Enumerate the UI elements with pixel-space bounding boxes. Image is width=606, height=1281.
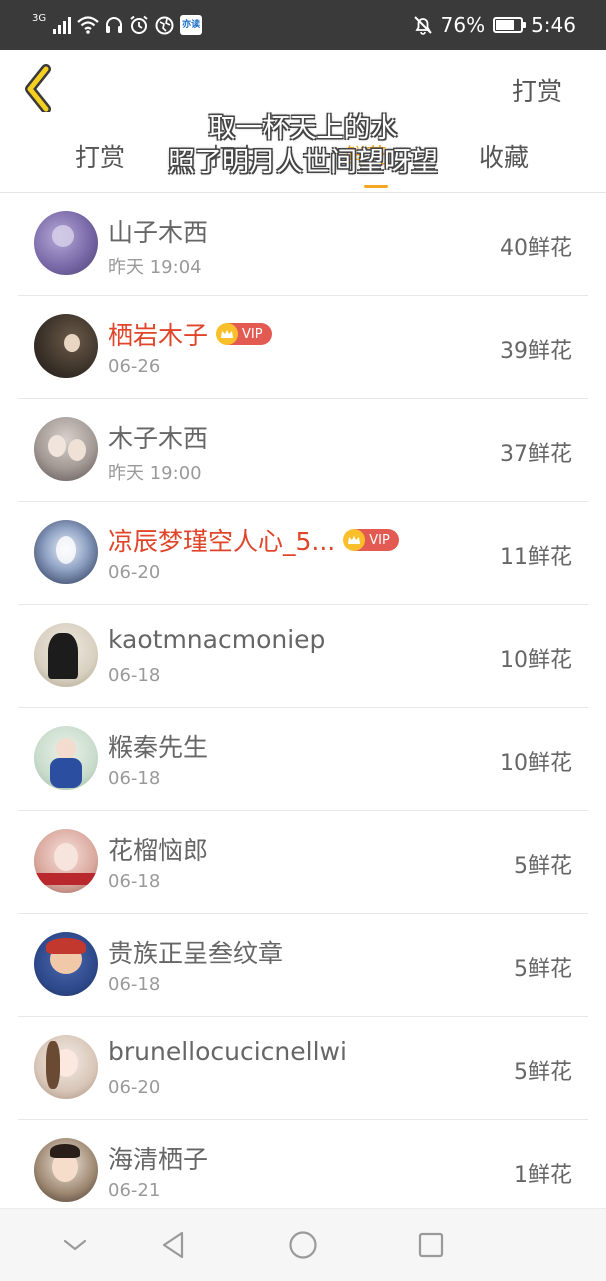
status-bar-left: 3G 亦读 <box>32 10 203 40</box>
tab-reward[interactable]: 打赏 <box>75 138 125 174</box>
list-item[interactable]: brunellocucicnellwi 06-20 5鲜花 <box>0 1017 606 1120</box>
avatar <box>34 520 98 584</box>
flower-count: 5鲜花 <box>514 854 572 879</box>
back-triangle-icon <box>162 1231 184 1259</box>
network-type: 3G <box>32 12 47 24</box>
flower-count: 40鲜花 <box>500 236 572 261</box>
date-text: 06-20 <box>108 1077 161 1098</box>
header: 打赏 打赏 打卡 鲜花 收藏 <box>0 50 606 192</box>
active-tab-indicator <box>364 185 388 188</box>
crown-icon <box>216 323 239 345</box>
flower-count: 11鲜花 <box>500 545 572 570</box>
tab-checkin[interactable]: 打卡 <box>210 138 260 174</box>
recents-square-icon <box>418 1232 444 1258</box>
headphones-icon <box>105 16 123 34</box>
collapse-button[interactable] <box>55 1227 95 1263</box>
avatar <box>34 211 98 275</box>
avatar <box>34 623 98 687</box>
user-name: 山子木西 <box>108 218 209 247</box>
list-item[interactable]: 糇秦先生 06-18 10鲜花 <box>0 708 606 811</box>
flower-count: 37鲜花 <box>500 442 572 467</box>
tab-favorites[interactable]: 收藏 <box>479 138 529 174</box>
vip-badge: VIP <box>343 529 399 551</box>
list-item[interactable]: 花榴恼郎 06-18 5鲜花 <box>0 811 606 914</box>
date-text: 06-18 <box>108 768 161 789</box>
flower-count: 5鲜花 <box>514 957 572 982</box>
signal-icon <box>53 16 72 34</box>
home-nav-button[interactable] <box>283 1227 323 1263</box>
date-text: 06-18 <box>108 974 161 995</box>
flower-count: 10鲜花 <box>500 648 572 673</box>
reward-action-button[interactable]: 打赏 <box>512 72 562 108</box>
recents-nav-button[interactable] <box>411 1227 451 1263</box>
date-text: 06-18 <box>108 665 161 686</box>
battery-icon <box>493 17 527 33</box>
avatar <box>34 829 98 893</box>
clock: 5:46 <box>531 13 576 37</box>
home-circle-icon <box>289 1231 317 1259</box>
user-name: 糇秦先生 <box>108 733 209 762</box>
flower-count: 5鲜花 <box>514 1060 572 1085</box>
status-bar-right: 76% 5:46 <box>413 10 576 40</box>
user-name: kaotmnacmoniep <box>108 625 326 654</box>
chevron-down-icon <box>63 1239 87 1251</box>
navigation-bar <box>0 1208 606 1281</box>
crown-icon <box>343 529 366 551</box>
list-item[interactable]: 栖岩木子 VIP 06-26 39鲜花 <box>0 296 606 399</box>
user-name: 木子木西 <box>108 424 209 453</box>
avatar <box>34 726 98 790</box>
date-text: 昨天 19:04 <box>108 257 202 278</box>
date-text: 昨天 19:00 <box>108 463 202 484</box>
flower-ranking-list: 山子木西 昨天 19:04 40鲜花 栖岩木子 VIP 06-26 39鲜花 木子… <box>0 193 606 1223</box>
tab-flowers[interactable]: 鲜花 <box>345 140 387 170</box>
user-name: 凉辰梦瑾空人心_5... VIP <box>108 522 399 558</box>
user-name: 栖岩木子 VIP <box>108 316 272 352</box>
list-item[interactable]: 凉辰梦瑾空人心_5... VIP 06-20 11鲜花 <box>0 502 606 605</box>
date-text: 06-21 <box>108 1180 161 1201</box>
avatar <box>34 1138 98 1202</box>
date-text: 06-18 <box>108 871 161 892</box>
tab-bar: 打赏 打卡 鲜花 收藏 <box>0 138 606 178</box>
battery-percent: 76% <box>440 13 486 37</box>
avatar <box>34 417 98 481</box>
chevron-left-icon <box>25 64 51 114</box>
alarm-icon <box>129 15 149 35</box>
back-button[interactable] <box>20 62 64 114</box>
date-text: 06-20 <box>108 562 161 583</box>
vip-badge: VIP <box>216 323 272 345</box>
do-not-disturb-icon <box>413 15 433 35</box>
back-nav-button[interactable] <box>153 1227 193 1263</box>
user-name: 花榴恼郎 <box>108 836 209 865</box>
avatar <box>34 314 98 378</box>
avatar <box>34 932 98 996</box>
list-item[interactable]: 山子木西 昨天 19:04 40鲜花 <box>0 193 606 296</box>
globe-icon <box>155 16 174 35</box>
list-item[interactable]: 贵族正呈叁纹章 06-18 5鲜花 <box>0 914 606 1017</box>
user-name: 贵族正呈叁纹章 <box>108 939 284 968</box>
list-item[interactable]: 木子木西 昨天 19:00 37鲜花 <box>0 399 606 502</box>
flower-count: 39鲜花 <box>500 339 572 364</box>
list-item[interactable]: kaotmnacmoniep 06-18 10鲜花 <box>0 605 606 708</box>
date-text: 06-26 <box>108 356 161 377</box>
flower-count: 10鲜花 <box>500 751 572 776</box>
user-name: brunellocucicnellwi <box>108 1037 347 1066</box>
flower-count: 1鲜花 <box>514 1163 572 1188</box>
user-name: 海清栖子 <box>108 1145 209 1174</box>
wifi-icon <box>77 16 99 34</box>
avatar <box>34 1035 98 1099</box>
status-bar: 3G 亦读 76% 5:46 <box>0 0 606 50</box>
app-icon: 亦读 <box>180 15 203 35</box>
